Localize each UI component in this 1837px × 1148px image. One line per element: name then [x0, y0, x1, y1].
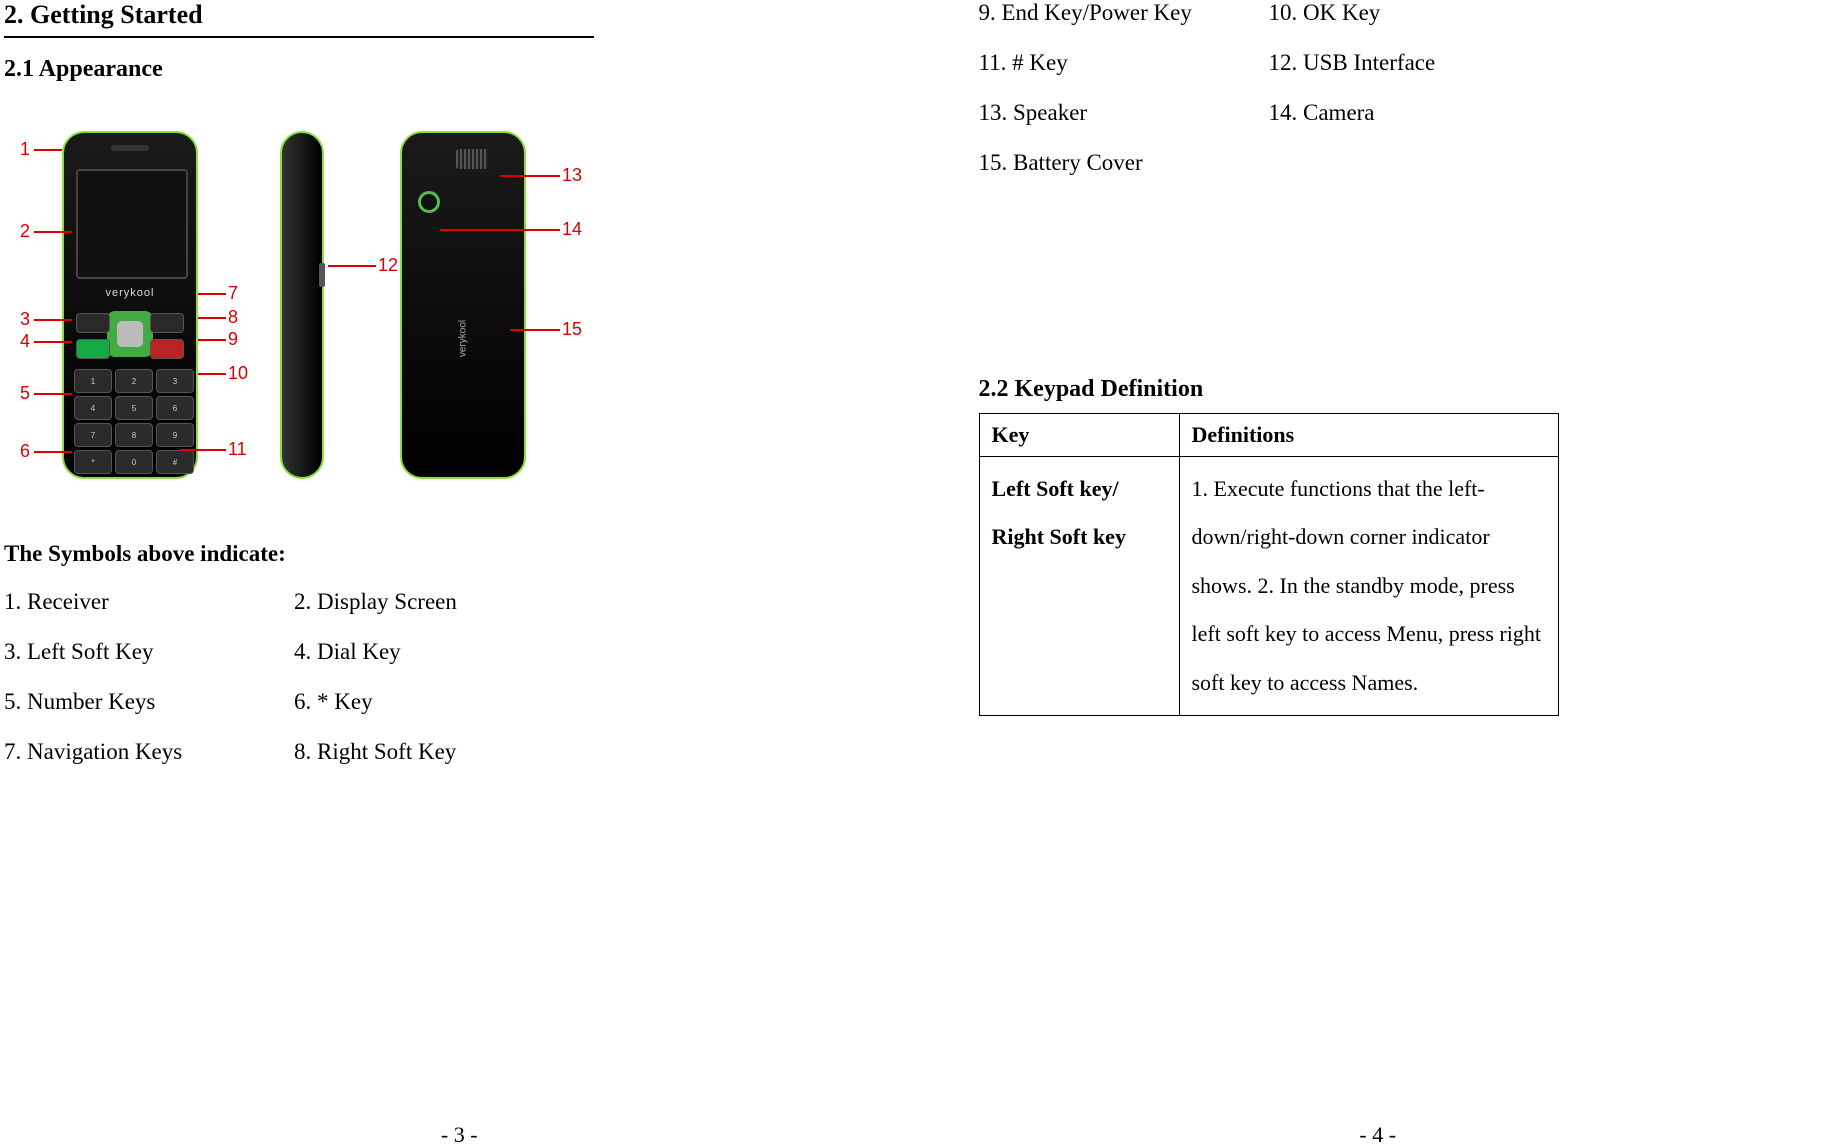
symbols-list-right: 9. End Key/Power Key 10. OK Key 11. # Ke… — [979, 0, 1778, 176]
phone-back-view: verykool — [400, 131, 526, 479]
callout-2: 2 — [20, 221, 30, 242]
page-number-left: - 3 - — [0, 1122, 919, 1148]
symbols-list-left: 1. Receiver 2. Display Screen 3. Left So… — [4, 589, 799, 765]
brand-label-back: verykool — [458, 278, 469, 400]
callout-4: 4 — [20, 331, 30, 352]
callout-line — [198, 373, 226, 375]
callout-3: 3 — [20, 309, 30, 330]
callout-line — [34, 393, 72, 395]
callout-1: 1 — [20, 139, 30, 160]
callout-line — [180, 449, 226, 451]
callout-6: 6 — [20, 441, 30, 462]
page-4: 9. End Key/Power Key 10. OK Key 11. # Ke… — [919, 0, 1837, 1148]
phone-side-view — [280, 131, 324, 479]
callout-12: 12 — [378, 255, 398, 276]
table-cell-key: Left Soft key/ Right Soft key — [979, 457, 1179, 716]
table-cell-def: 1. Execute functions that the left-down/… — [1179, 457, 1558, 716]
end-key-icon — [150, 339, 184, 359]
table-header-row: Key Definitions — [979, 414, 1558, 457]
callout-line — [34, 451, 72, 453]
callout-line — [328, 265, 376, 267]
section-heading: 2. Getting Started — [4, 0, 799, 30]
display-screen-icon — [76, 169, 188, 279]
list-item: 12. USB Interface — [1269, 50, 1778, 76]
symbols-heading: The Symbols above indicate: — [4, 541, 799, 567]
list-item: 13. Speaker — [979, 100, 1269, 126]
callout-10: 10 — [228, 363, 248, 384]
table-row: Left Soft key/ Right Soft key 1. Execute… — [979, 457, 1558, 716]
callout-7: 7 — [228, 283, 238, 304]
list-item: 7. Navigation Keys — [4, 739, 294, 765]
callout-8: 8 — [228, 307, 238, 328]
table-header-key: Key — [979, 414, 1179, 457]
phone-illustration: verykool 123 456 789 *0# — [10, 123, 610, 493]
table-header-def: Definitions — [1179, 414, 1558, 457]
keypad-definition-table: Key Definitions Left Soft key/ Right Sof… — [979, 413, 1559, 716]
navigation-keys-icon — [107, 311, 153, 357]
callout-line — [198, 293, 226, 295]
list-item: 4. Dial Key — [294, 639, 799, 665]
callout-line — [440, 229, 560, 231]
callout-line — [34, 341, 72, 343]
camera-icon — [418, 191, 440, 213]
list-item: 2. Display Screen — [294, 589, 799, 615]
left-soft-key-icon — [76, 313, 110, 333]
callout-line — [500, 175, 560, 177]
right-soft-key-icon — [150, 313, 184, 333]
phone-front-view: verykool 123 456 789 *0# — [62, 131, 198, 479]
list-item: 3. Left Soft Key — [4, 639, 294, 665]
list-item: 15. Battery Cover — [979, 150, 1269, 176]
callout-14: 14 — [562, 219, 582, 240]
receiver-icon — [111, 145, 149, 151]
phone-appearance-diagram: verykool 123 456 789 *0# — [10, 123, 799, 493]
list-item: 9. End Key/Power Key — [979, 0, 1269, 26]
callout-line — [34, 319, 72, 321]
list-item: 5. Number Keys — [4, 689, 294, 715]
callout-line — [34, 231, 72, 233]
list-item: 11. # Key — [979, 50, 1269, 76]
list-item — [1269, 150, 1778, 176]
page-number-right: - 4 - — [919, 1122, 1837, 1148]
subsection-heading: 2.1 Appearance — [4, 56, 799, 83]
dial-key-icon — [76, 339, 110, 359]
list-item: 1. Receiver — [4, 589, 294, 615]
number-keypad-icon: 123 456 789 *0# — [74, 369, 194, 474]
list-item: 14. Camera — [1269, 100, 1778, 126]
list-item: 8. Right Soft Key — [294, 739, 799, 765]
subsection-heading-2-2: 2.2 Keypad Definition — [979, 376, 1778, 403]
callout-line — [510, 329, 560, 331]
callout-13: 13 — [562, 165, 582, 186]
list-item: 6. * Key — [294, 689, 799, 715]
callout-line — [198, 339, 226, 341]
callout-line — [34, 149, 62, 151]
callout-11: 11 — [228, 439, 247, 460]
speaker-icon — [456, 149, 488, 169]
page-3: 2. Getting Started 2.1 Appearance veryko… — [0, 0, 919, 1148]
callout-9: 9 — [228, 329, 238, 350]
heading-rule — [4, 36, 594, 38]
callout-15: 15 — [562, 319, 582, 340]
brand-label: verykool — [64, 287, 196, 299]
list-item: 10. OK Key — [1269, 0, 1778, 26]
callout-5: 5 — [20, 383, 30, 404]
callout-line — [198, 317, 226, 319]
usb-interface-icon — [319, 263, 325, 287]
